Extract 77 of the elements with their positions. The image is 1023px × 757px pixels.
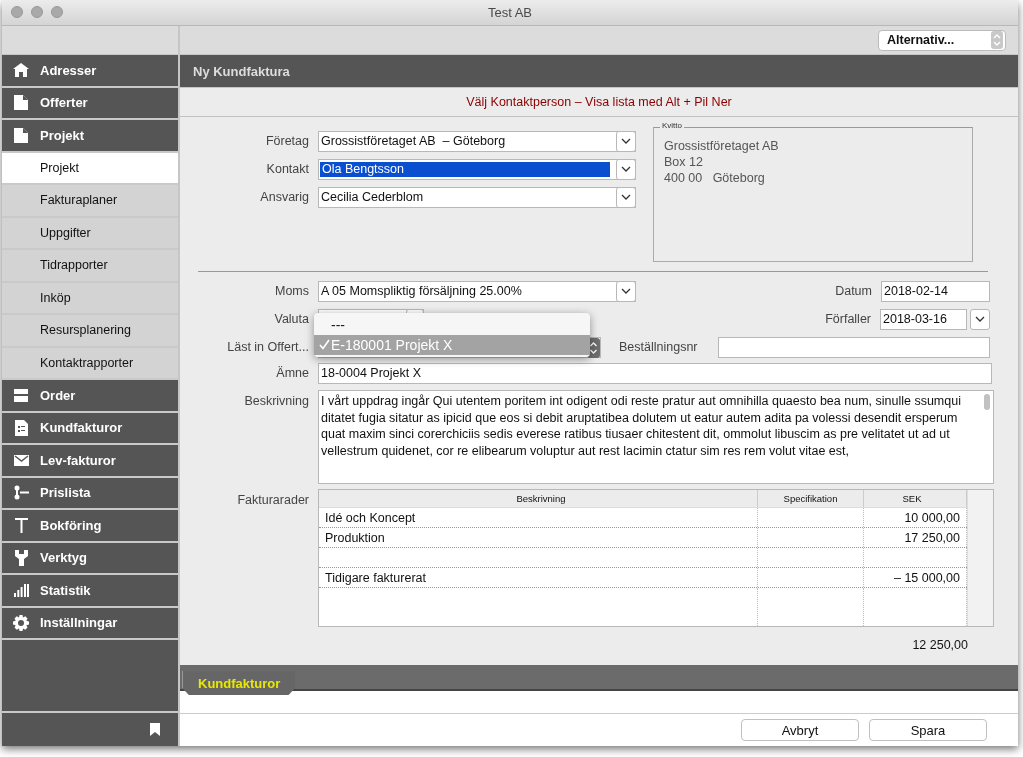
table-cell: – 15 000,00	[893, 570, 960, 585]
save-button[interactable]: Spara	[869, 719, 987, 741]
document-icon	[14, 127, 28, 143]
invoice-icon	[14, 419, 28, 436]
document-icon	[14, 95, 28, 111]
chevron-icon	[621, 166, 631, 172]
combo-field[interactable]: Ola Bengtsson	[318, 158, 636, 180]
close-button[interactable]	[11, 6, 23, 18]
field-label: Ämne	[275, 366, 310, 380]
field-label: Ansvarig	[259, 190, 310, 204]
date-field[interactable]: 2018-02-14	[881, 280, 990, 302]
combo-field[interactable]: Grossistföretaget AB – Göteborg	[318, 130, 636, 152]
notice-text: Välj Kontaktperson – Visa lista med Alt + Pil Ner	[180, 88, 1018, 117]
column-header[interactable]: Beskrivning	[319, 490, 758, 507]
chevron-icon	[621, 194, 631, 200]
chevron-icon	[621, 138, 631, 144]
envelope-icon	[13, 454, 29, 466]
field-label: Läst in Offert...	[226, 340, 310, 354]
field-label: Kontakt	[265, 162, 310, 176]
menu-item[interactable]: ---	[314, 314, 590, 335]
address-line: Box 12	[664, 154, 703, 170]
bar-chart-icon	[13, 583, 29, 597]
wrench-icon	[14, 549, 28, 566]
bookmark-icon[interactable]	[150, 723, 160, 736]
text-icon	[14, 517, 28, 533]
combo-field[interactable]: Cecilia Cederblom	[318, 186, 636, 208]
zoom-button[interactable]	[51, 6, 63, 18]
group-title: Kvitto	[660, 121, 684, 131]
page-header: Ny Kundfaktura	[180, 55, 1018, 88]
total-amount: 12 250,00	[912, 638, 968, 652]
field-label: Valuta	[273, 312, 310, 326]
field-label: Beställningsnr	[619, 340, 699, 354]
sidebar-item[interactable]: Inköp	[2, 282, 178, 315]
table-row[interactable]: Idé och Koncept 10 000,00	[319, 508, 967, 528]
order-number-field[interactable]	[718, 336, 990, 358]
field-label: Moms	[273, 284, 310, 298]
sidebar-item[interactable]: Projekt	[2, 152, 178, 185]
stepper-icon	[991, 31, 1003, 49]
tab[interactable]: Kundfakturor	[182, 671, 296, 695]
table-row[interactable]	[319, 548, 967, 568]
table-row[interactable]: Produktion 17 250,00	[319, 528, 967, 548]
sidebar-item[interactable]: Tidrapporter	[2, 250, 178, 283]
table-cell: Idé och Koncept	[325, 510, 416, 525]
dropdown-button[interactable]	[970, 308, 990, 330]
field-label: Företag	[264, 134, 310, 148]
stack-icon	[14, 388, 28, 402]
table-cell: 17 250,00	[904, 530, 960, 545]
sidebar-item[interactable]: Kontaktrapporter	[2, 347, 178, 380]
house-icon	[13, 63, 29, 78]
field-label: Datum	[835, 284, 873, 298]
minimize-button[interactable]	[31, 6, 43, 18]
table-row[interactable]: Tidigare fakturerat – 15 000,00	[319, 568, 967, 588]
combo-field[interactable]: A 05 Momspliktig försäljning 25.00%	[318, 280, 636, 302]
sidebar-item[interactable]: Uppgifter	[2, 217, 178, 250]
options-dropdown[interactable]: Alternativ...	[878, 29, 1006, 51]
scrollbar[interactable]	[967, 490, 993, 626]
sidebar-item[interactable]: Fakturaplaner	[2, 185, 178, 218]
address-line: 400 00 Göteborg	[664, 170, 765, 186]
gear-icon	[13, 614, 29, 631]
field-label: Beskrivning	[243, 393, 310, 408]
address-line: Grossistföretaget AB	[664, 138, 779, 154]
date-field[interactable]: 2018-03-16	[880, 308, 967, 330]
chevron-icon	[975, 316, 985, 322]
chevron-icon	[621, 288, 631, 294]
subject-field[interactable]: 18-0004 Projekt X	[318, 362, 992, 384]
sidebar-item[interactable]: Resursplanering	[2, 315, 178, 348]
column-header[interactable]: Specifikation	[758, 490, 864, 507]
checkmark-icon	[318, 339, 330, 350]
table-cell: 10 000,00	[904, 510, 960, 525]
window-title: Test AB	[487, 5, 533, 20]
description-field[interactable]: I vårt uppdrag ingår Qui utentem poritem int odigent odi reste pratur aut omnihilla quaesto bea num, sinulle ssumqui ditatet fugia sitatur as ipicid que eos si debit aruptatibea dolutem ut eatur autem adita pa volessi desendit ersperum quat maxim sinci corerchiciis sedis everese ratibus tiusaer chitestent dit, ommolut libuscim as pre velitatet ut ad ut vellestrum quidenet, cor re elibearum voluptur aut rest lacimin ctatur sim res rem volut vitae est,	[318, 390, 994, 484]
table-cell: Produktion	[325, 530, 385, 545]
field-label: Fakturarader	[236, 492, 310, 507]
cancel-button[interactable]: Avbryt	[741, 719, 859, 741]
field-label: Förfaller	[825, 312, 872, 326]
list-icon	[13, 485, 29, 501]
table-cell: Tidigare fakturerat	[325, 570, 426, 585]
